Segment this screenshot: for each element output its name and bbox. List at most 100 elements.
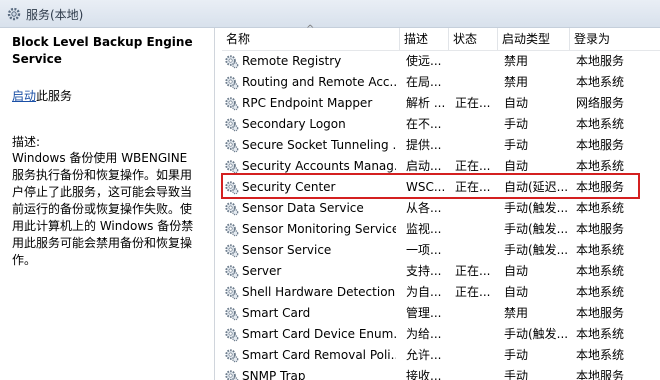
service-row[interactable]: Secondary Logon 在不... 手动 本地系统 xyxy=(222,114,660,135)
service-logon-cell: 本地服务 xyxy=(576,138,625,152)
service-description-cell: 从各... xyxy=(406,201,442,215)
service-name-cell: Secure Socket Tunneling ... xyxy=(242,138,396,152)
service-logon-cell: 本地服务 xyxy=(576,369,625,380)
service-row[interactable]: SNMP Trap 接收... 手动 本地服务 xyxy=(222,366,660,380)
service-row[interactable]: Shell Hardware Detection 为自... 正在... 自动 本地系统 xyxy=(222,282,660,303)
service-logon-cell: 本地系统 xyxy=(576,285,625,299)
service-status-cell xyxy=(455,51,499,72)
service-status-cell: 正在... xyxy=(455,180,491,194)
service-startup-cell: 手动(触发... xyxy=(504,243,569,257)
service-startup-cell: 自动 xyxy=(504,264,529,278)
service-status-cell xyxy=(455,72,499,93)
start-service-suffix: 此服务 xyxy=(36,89,73,103)
service-name-cell: Shell Hardware Detection xyxy=(242,285,396,299)
service-row[interactable]: Routing and Remote Acc... 在局... 禁用 本地系统 xyxy=(222,72,660,93)
panel-title: 服务(本地) xyxy=(26,8,84,22)
service-name-cell: Smart Card Device Enum... xyxy=(242,327,396,341)
service-row[interactable]: Security Accounts Manag... 启动... 正在... 自动 本地… xyxy=(222,156,660,177)
service-details-panel: Block Level Backup Engine Service 启动此服务 … xyxy=(0,28,214,380)
column-header-name[interactable]: 名称 xyxy=(222,28,400,50)
panel-divider xyxy=(214,28,215,380)
gear-icon xyxy=(7,7,21,21)
service-description-cell: 在局... xyxy=(406,75,442,89)
service-status-cell xyxy=(455,114,499,135)
service-row[interactable]: Sensor Monitoring Service 监视... 手动(触发... 本地… xyxy=(222,219,660,240)
service-description-cell: WSC... xyxy=(406,180,446,194)
service-logon-cell: 本地系统 xyxy=(576,201,625,215)
service-status-cell: 正在... xyxy=(455,96,491,110)
column-header-startup-type[interactable]: 启动类型 xyxy=(498,28,570,50)
service-gear-icon xyxy=(225,76,239,90)
header-separator xyxy=(222,50,660,51)
service-logon-cell: 本地系统 xyxy=(576,264,625,278)
service-row[interactable]: Security Center WSC... 正在... 自动(延迟... 本地服务 xyxy=(222,177,660,198)
service-gear-icon xyxy=(225,55,239,69)
service-name-cell: Routing and Remote Acc... xyxy=(242,75,396,89)
service-startup-cell: 手动 xyxy=(504,348,529,362)
service-logon-cell: 本地服务 xyxy=(576,54,625,68)
service-startup-cell: 手动 xyxy=(504,138,529,152)
service-gear-icon xyxy=(225,118,239,132)
service-row[interactable]: RPC Endpoint Mapper 解析 ... 正在... 自动 网络服务 xyxy=(222,93,660,114)
service-gear-icon xyxy=(225,223,239,237)
service-row[interactable]: Server 支持... 正在... 自动 本地系统 xyxy=(222,261,660,282)
service-gear-icon xyxy=(225,202,239,216)
service-logon-cell: 本地服务 xyxy=(576,222,625,236)
service-row[interactable]: Smart Card Removal Poli... 允许... 手动 本地系统 xyxy=(222,345,660,366)
service-status-cell xyxy=(455,219,499,240)
service-status-cell xyxy=(455,240,499,261)
service-name-cell: Smart Card xyxy=(242,306,311,320)
service-name-cell: SNMP Trap xyxy=(242,369,306,380)
service-startup-cell: 自动(延迟... xyxy=(504,180,569,194)
service-status-cell xyxy=(455,324,499,345)
service-row[interactable]: Smart Card 管理... 禁用 本地服务 xyxy=(222,303,660,324)
service-name-cell: Security Accounts Manag... xyxy=(242,159,396,173)
service-startup-cell: 手动 xyxy=(504,369,529,380)
service-name-cell: Remote Registry xyxy=(242,54,342,68)
service-startup-cell: 手动(触发... xyxy=(504,327,569,341)
service-logon-cell: 本地系统 xyxy=(576,75,625,89)
service-name-cell: Security Center xyxy=(242,180,336,194)
service-logon-cell: 本地系统 xyxy=(576,243,625,257)
service-row[interactable]: Sensor Service 一项... 手动(触发... 本地系统 xyxy=(222,240,660,261)
service-row[interactable]: Sensor Data Service 从各... 手动(触发... 本地系统 xyxy=(222,198,660,219)
start-service-row: 启动此服务 xyxy=(12,88,202,104)
column-header-description[interactable]: 描述 xyxy=(400,28,449,50)
service-startup-cell: 手动 xyxy=(504,117,529,131)
service-description-cell: 接收... xyxy=(406,369,442,380)
column-header-status[interactable]: 状态 xyxy=(449,28,498,50)
service-description-cell: 支持... xyxy=(406,264,442,278)
service-row[interactable]: Smart Card Device Enum... 为给... 手动(触发... 本地… xyxy=(222,324,660,345)
column-header-logon-as[interactable]: 登录为 xyxy=(570,28,660,50)
service-status-cell xyxy=(455,198,499,219)
service-logon-cell: 本地服务 xyxy=(576,180,625,194)
service-name-cell: Sensor Data Service xyxy=(242,201,364,215)
service-description-cell: 允许... xyxy=(406,348,442,362)
service-gear-icon xyxy=(225,97,239,111)
service-status-cell: 正在... xyxy=(455,159,491,173)
service-description-cell: 启动... xyxy=(406,159,442,173)
start-service-link[interactable]: 启动 xyxy=(12,89,36,103)
service-name-cell: Sensor Monitoring Service xyxy=(242,222,396,236)
service-status-cell: 正在... xyxy=(455,264,491,278)
service-description-cell: 提供... xyxy=(406,138,442,152)
service-row[interactable]: Remote Registry 使远... 禁用 本地服务 xyxy=(222,51,660,72)
service-logon-cell: 本地系统 xyxy=(576,117,625,131)
service-startup-cell: 禁用 xyxy=(504,54,529,68)
service-description-cell: 在不... xyxy=(406,117,442,131)
service-row[interactable]: Secure Socket Tunneling ... 提供... 手动 本地服务 xyxy=(222,135,660,156)
service-startup-cell: 自动 xyxy=(504,285,529,299)
service-gear-icon xyxy=(225,244,239,258)
service-logon-cell: 本地系统 xyxy=(576,327,625,341)
service-gear-icon xyxy=(225,349,239,363)
service-description: Windows 备份使用 WBENGINE 服务执行备份和恢复操作。如果用户停止… xyxy=(12,151,194,267)
service-startup-cell: 自动 xyxy=(504,96,529,110)
service-startup-cell: 手动(触发... xyxy=(504,222,569,236)
service-description-cell: 管理... xyxy=(406,306,442,320)
service-description-cell: 使远... xyxy=(406,54,442,68)
service-gear-icon xyxy=(225,265,239,279)
service-gear-icon xyxy=(225,286,239,300)
service-startup-cell: 手动(触发... xyxy=(504,201,569,215)
service-logon-cell: 本地系统 xyxy=(576,159,625,173)
service-gear-icon xyxy=(225,307,239,321)
